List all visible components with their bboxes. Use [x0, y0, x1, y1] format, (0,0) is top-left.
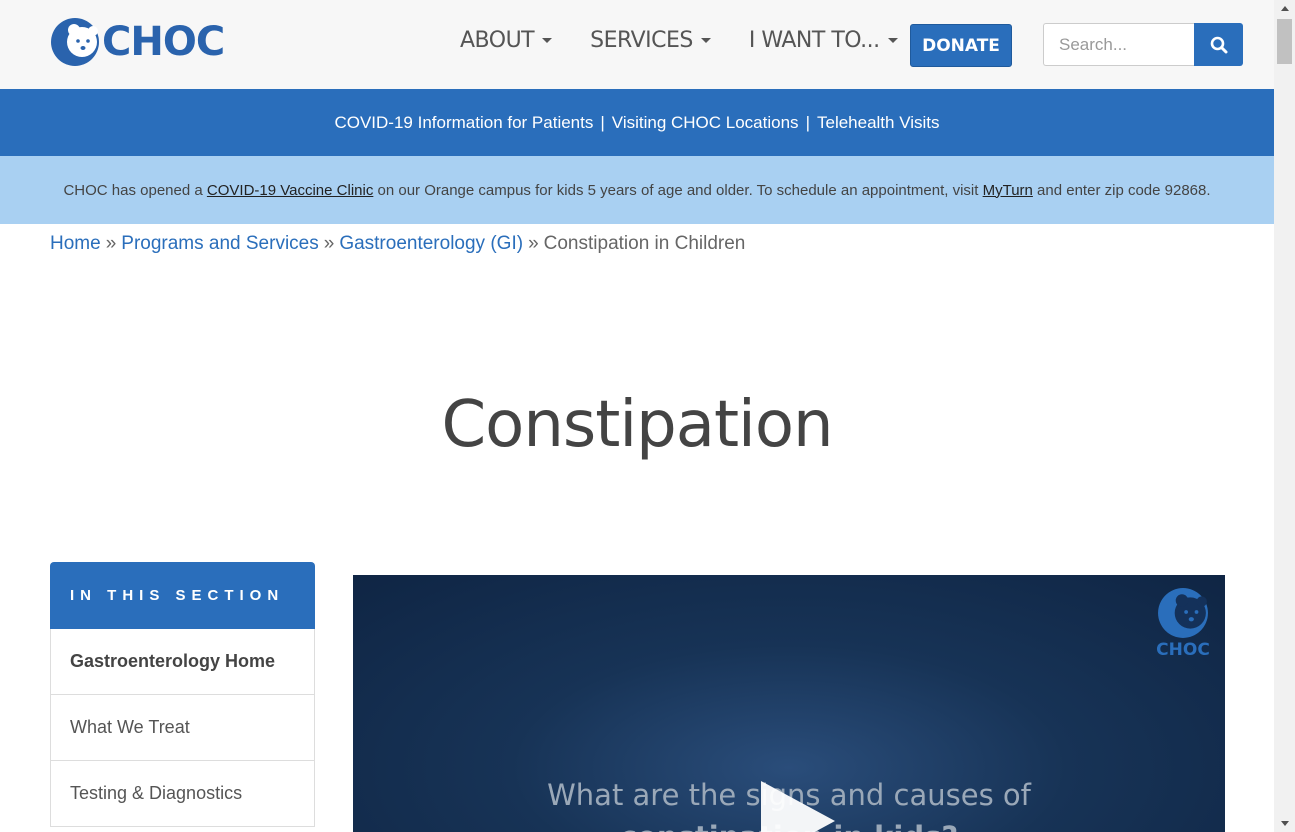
breadcrumb-separator: »: [105, 233, 117, 254]
vaccine-clinic-link[interactable]: COVID-19 Vaccine Clinic: [207, 182, 373, 199]
breadcrumb-separator: »: [323, 233, 335, 254]
bear-logo-icon: [51, 18, 99, 66]
visiting-locations-link[interactable]: Visiting CHOC Locations: [612, 113, 799, 133]
nav-about-label: ABOUT: [460, 28, 535, 53]
vaccine-text: CHOC has opened a: [63, 181, 207, 199]
separator: |: [600, 112, 605, 132]
video-logo-text: CHOC: [1156, 640, 1210, 660]
vaccine-banner: CHOC has opened a COVID-19 Vaccine Clini…: [0, 156, 1274, 224]
section-sidebar: IN THIS SECTION Gastroenterology Home Wh…: [50, 562, 315, 827]
myturn-link[interactable]: MyTurn: [983, 182, 1033, 199]
covid-banner: COVID-19 Information for Patients | Visi…: [0, 89, 1274, 156]
nav-i-want-to[interactable]: I WANT TO...: [749, 28, 898, 53]
sidebar-item-what-we-treat[interactable]: What We Treat: [50, 695, 315, 761]
nav-services-label: SERVICES: [590, 28, 693, 53]
telehealth-link[interactable]: Telehealth Visits: [817, 113, 940, 133]
arrow-up-icon: [1280, 6, 1289, 11]
main-nav: ABOUT SERVICES I WANT TO...: [460, 28, 936, 53]
search-icon: [1210, 36, 1227, 53]
nav-about[interactable]: ABOUT: [460, 28, 553, 53]
page-title: Constipation: [441, 388, 833, 462]
breadcrumb: Home» Programs and Services» Gastroenterol…: [50, 233, 745, 255]
vaccine-text: on our Orange campus for kids 5 years of…: [373, 181, 983, 199]
video-watermark-logo: CHOC: [1153, 587, 1213, 660]
video-player[interactable]: CHOC What are the signs and causes of co…: [353, 575, 1225, 832]
donate-button[interactable]: DONATE: [910, 24, 1012, 67]
search-form: [1043, 23, 1243, 66]
covid-info-link[interactable]: COVID-19 Information for Patients: [334, 113, 593, 133]
search-button[interactable]: [1194, 23, 1243, 66]
nav-i-want-to-label: I WANT TO...: [748, 28, 880, 53]
chevron-down-icon: [700, 38, 711, 43]
chevron-down-icon: [887, 38, 898, 43]
arrow-down-icon: [1280, 821, 1289, 826]
breadcrumb-separator: »: [528, 233, 539, 254]
chevron-down-icon: [542, 38, 553, 43]
sidebar-item-gastroenterology-home[interactable]: Gastroenterology Home: [50, 629, 315, 695]
breadcrumb-programs[interactable]: Programs and Services: [121, 233, 318, 254]
sidebar-item-testing-diagnostics[interactable]: Testing & Diagnostics: [50, 761, 315, 827]
sidebar-heading: IN THIS SECTION: [50, 562, 315, 629]
search-input[interactable]: [1043, 23, 1194, 66]
separator: |: [805, 112, 810, 132]
vaccine-text: and enter zip code 92868.: [1032, 181, 1211, 199]
bear-logo-icon: [1158, 588, 1208, 638]
nav-services[interactable]: SERVICES: [590, 28, 711, 53]
choc-logo[interactable]: CHOC: [50, 17, 225, 67]
scroll-thumb[interactable]: [1277, 19, 1292, 64]
breadcrumb-home[interactable]: Home: [50, 233, 101, 254]
breadcrumb-gastroenterology[interactable]: Gastroenterology (GI): [339, 233, 523, 254]
scroll-up-button[interactable]: [1274, 0, 1295, 17]
scroll-down-button[interactable]: [1274, 815, 1295, 832]
play-icon[interactable]: [761, 781, 835, 832]
logo-text: CHOC: [102, 19, 225, 65]
site-header: CHOC ABOUT SERVICES I WANT TO... DONATE: [0, 0, 1274, 89]
page-scrollbar[interactable]: [1274, 0, 1295, 832]
breadcrumb-current: Constipation in Children: [543, 233, 746, 254]
